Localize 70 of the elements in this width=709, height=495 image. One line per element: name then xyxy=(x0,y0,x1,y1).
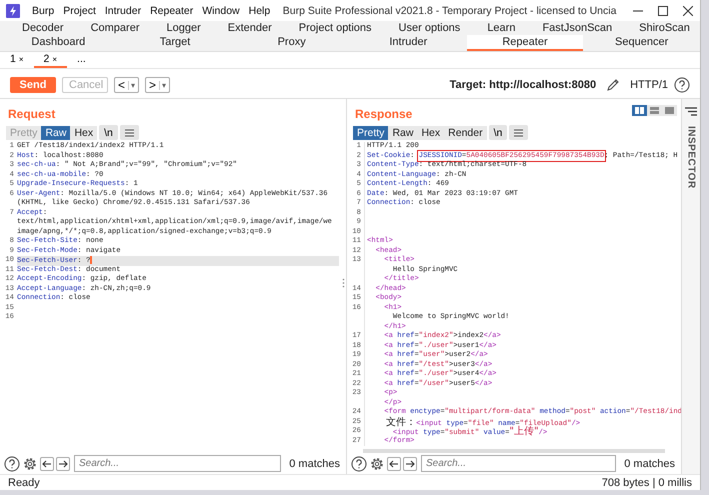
newline-button[interactable]: \n xyxy=(488,125,508,140)
tool-tab[interactable]: Project options xyxy=(296,22,374,34)
window-title: Burp Suite Professional v2021.8 - Temporary Project - licensed to Uncia xyxy=(282,4,618,16)
right-arrow-icon xyxy=(58,460,68,468)
forward-button[interactable] xyxy=(403,456,417,470)
tool-tab[interactable]: Learn xyxy=(485,22,518,34)
inspector-tab[interactable]: INSPECTOR xyxy=(686,126,696,189)
layout-button[interactable] xyxy=(632,105,647,116)
menu-item[interactable]: Project xyxy=(59,4,100,16)
close-icon[interactable] xyxy=(682,6,692,16)
request-tab[interactable]: 2 × xyxy=(34,52,68,68)
layout-button[interactable] xyxy=(647,105,662,116)
pencil-icon[interactable] xyxy=(606,78,620,92)
tool-tab[interactable]: Intruder xyxy=(350,35,467,51)
layout-button[interactable] xyxy=(662,105,677,116)
response-stats: 708 bytes | 0 millis xyxy=(602,476,692,488)
menu-icon[interactable] xyxy=(685,107,697,116)
tool-tab[interactable]: Logger xyxy=(164,22,203,34)
menu-item[interactable]: Burp xyxy=(28,4,58,16)
match-count: 0 matches xyxy=(289,458,341,470)
minimize-icon[interactable] xyxy=(632,10,642,12)
menu-button[interactable] xyxy=(120,125,139,140)
app-logo xyxy=(6,4,20,18)
tool-tab[interactable]: Extender xyxy=(226,22,274,34)
match-count: 0 matches xyxy=(624,458,676,470)
back-button[interactable] xyxy=(387,456,401,470)
forward-button[interactable] xyxy=(56,456,70,470)
maximize-icon[interactable] xyxy=(658,6,668,16)
help-icon[interactable] xyxy=(4,456,20,472)
menu-item[interactable]: Window xyxy=(198,4,244,16)
newline-button[interactable]: \n xyxy=(99,125,118,140)
menu-button[interactable] xyxy=(509,125,528,140)
search-field[interactable]: Search... xyxy=(74,455,282,472)
view-tab[interactable]: Raw xyxy=(41,126,70,140)
settings-icon[interactable] xyxy=(369,456,385,472)
target-label: Target: http://localhost:8080 xyxy=(450,79,596,91)
help-icon[interactable] xyxy=(351,456,367,472)
history-button[interactable]: > ▾ xyxy=(145,77,170,93)
menu-item[interactable]: Repeater xyxy=(146,4,198,16)
search-field[interactable]: Search... xyxy=(421,455,616,472)
help-icon[interactable] xyxy=(674,77,690,93)
tool-tab[interactable]: Repeater xyxy=(466,35,584,51)
drag-handle-icon[interactable] xyxy=(342,278,345,288)
settings-icon[interactable] xyxy=(22,456,38,472)
menu-icon xyxy=(514,128,524,136)
protocol-label: HTTP/1 xyxy=(630,79,668,91)
tool-tab[interactable]: FastJsonScan xyxy=(540,22,614,34)
scrollbar[interactable] xyxy=(363,449,665,453)
view-tab[interactable]: Pretty xyxy=(353,126,388,140)
pane-title: Response xyxy=(355,107,412,121)
menu-icon xyxy=(124,128,134,136)
back-button[interactable] xyxy=(40,456,54,470)
request-tab[interactable]: ... xyxy=(67,52,96,68)
menu-item[interactable]: Intruder xyxy=(100,4,146,16)
tool-tab[interactable]: Sequencer xyxy=(583,35,700,51)
left-arrow-icon xyxy=(389,460,399,468)
tool-tab[interactable]: User options xyxy=(396,22,462,34)
pane-title: Request xyxy=(8,107,56,121)
history-button[interactable]: < ▾ xyxy=(114,77,140,93)
tool-tab[interactable]: Dashboard xyxy=(0,35,117,51)
tool-tab[interactable]: Decoder xyxy=(20,22,66,34)
menu-item[interactable]: Help xyxy=(244,4,274,16)
tool-tab[interactable]: Target xyxy=(116,35,234,51)
status-text: Ready xyxy=(8,476,40,488)
tool-tab[interactable]: Proxy xyxy=(233,35,350,51)
tool-tab[interactable]: Comparer xyxy=(88,22,142,34)
tool-tab[interactable]: ShiroScan xyxy=(637,22,692,34)
left-arrow-icon xyxy=(42,460,52,468)
request-tab[interactable]: 1 × xyxy=(0,52,34,68)
right-arrow-icon xyxy=(405,460,415,468)
